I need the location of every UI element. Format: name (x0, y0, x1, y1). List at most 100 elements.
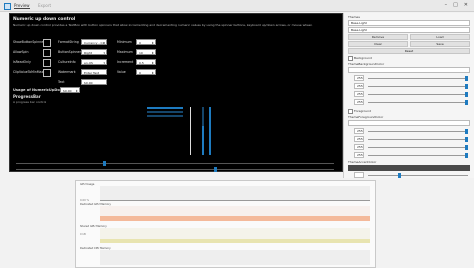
input-value: 255 (357, 76, 363, 80)
load-button[interactable]: Load (410, 34, 470, 40)
bg-channel-slider[interactable] (368, 100, 468, 105)
theme-select[interactable]: Base.Light (348, 20, 470, 26)
fg-channel-slider[interactable] (368, 129, 468, 134)
input-value: Enter Text (84, 71, 100, 75)
progress-bar-vertical-white (190, 107, 191, 155)
bg-channel-input[interactable]: 255 (354, 99, 364, 105)
spinner-icon[interactable]: ⬍ (151, 50, 154, 56)
progress-bar-horizontal-track (147, 115, 183, 117)
formatstring-select[interactable]: Currency - C2 ▾ (81, 39, 107, 45)
showbuttonspinner-checkbox[interactable] (43, 39, 51, 47)
progress-bar-vertical (209, 107, 211, 155)
bg-channel-input[interactable]: 255 (354, 91, 364, 97)
increment-numericupdown[interactable]: 0.5 ⬍ (136, 59, 156, 65)
dedicated-gpu-memory-fill (100, 216, 370, 221)
themes-label: Themes (348, 15, 360, 19)
spinner-icon[interactable]: ⬍ (151, 60, 154, 66)
horizontal-slider[interactable] (16, 161, 334, 166)
input-value: 255 (357, 92, 363, 96)
prop-label: Value (117, 70, 126, 74)
accent-channel-slider[interactable] (368, 173, 468, 178)
slider-thumb[interactable] (465, 129, 468, 134)
input-value: $0.00 (84, 81, 93, 85)
accent-property-label: ThemeAccentColor (348, 160, 377, 164)
reset-button[interactable]: Reset (348, 48, 470, 54)
spinner-icon[interactable]: ⬍ (75, 88, 78, 94)
cultureinfo-select[interactable]: en-US ▾ (81, 59, 107, 65)
value-numericupdown[interactable]: 0 ⬍ (136, 69, 156, 75)
input-value: 255 (357, 84, 363, 88)
progress-bar-horizontal-track (147, 111, 183, 113)
prop-label: ClipValueToMinMax (13, 70, 44, 74)
bg-channel-slider[interactable] (368, 84, 468, 89)
bg-channel-input[interactable]: 255 (354, 83, 364, 89)
fg-channel-input[interactable]: 255 (354, 136, 364, 142)
background-expander-icon[interactable] (348, 56, 353, 61)
tab-export[interactable]: Export (38, 3, 51, 8)
isreadonly-checkbox[interactable] (43, 59, 51, 67)
background-color-preview (348, 67, 470, 73)
spinner-icon[interactable]: ⬍ (151, 40, 154, 46)
slider-thumb[interactable] (465, 100, 468, 105)
accent-color-preview (348, 165, 470, 171)
select-value: en-US (84, 61, 93, 65)
progressbar-subheading: A progress bar control (13, 100, 47, 104)
fg-channel-slider[interactable] (368, 153, 468, 158)
save-button[interactable]: Save (410, 41, 470, 47)
bg-channel-slider[interactable] (368, 92, 468, 97)
spinner-icon[interactable]: ⬍ (151, 70, 154, 76)
progress-bar-vertical (202, 126, 204, 155)
shared-gpu-memory-fill (100, 239, 370, 243)
usage-numericupdown[interactable]: $0.00 ⬍ (60, 87, 80, 93)
fg-channel-input[interactable]: 255 (354, 152, 364, 158)
prop-label: FormatString (58, 40, 79, 44)
horizontal-slider[interactable] (16, 167, 334, 172)
fg-channel-input[interactable]: 255 (354, 144, 364, 150)
slider-thumb[interactable] (465, 84, 468, 89)
text-input[interactable]: $0.00 (81, 79, 107, 85)
progress-bar-horizontal (147, 107, 183, 109)
input-value: 0 (139, 71, 141, 75)
input-value: $0.00 (63, 89, 72, 93)
slider-thumb[interactable] (103, 161, 106, 166)
foreground-expander-icon[interactable] (348, 109, 353, 114)
spinnerlocation-select[interactable]: Right ▾ (81, 49, 107, 55)
bg-channel-slider[interactable] (368, 76, 468, 81)
allowspin-checkbox[interactable] (43, 49, 51, 57)
slider-thumb[interactable] (398, 173, 401, 178)
slider-thumb[interactable] (465, 76, 468, 81)
prop-label: AllowSpin (13, 50, 29, 54)
slider-thumb[interactable] (465, 153, 468, 158)
foreground-section-label: Foreground (354, 109, 372, 113)
fg-channel-slider[interactable] (368, 137, 468, 142)
input-value: 255 (357, 129, 363, 133)
cliptominmax-checkbox[interactable] (43, 69, 51, 77)
fg-channel-input[interactable]: 255 (354, 128, 364, 134)
fg-channel-slider[interactable] (368, 145, 468, 150)
foreground-color-preview (348, 120, 470, 126)
watermark-input[interactable]: Enter Text (81, 69, 107, 75)
shared-gpu-memory-value: 0 kB (80, 233, 86, 236)
progressbar-heading: ProgressBar (13, 94, 41, 99)
close-icon[interactable]: ✕ (464, 2, 468, 8)
maximum-numericupdown[interactable]: 10 ⬍ (136, 49, 156, 55)
minimize-icon[interactable]: – (445, 2, 448, 8)
demo-title: Numeric up down control (13, 17, 76, 22)
gpu-usage-value: 0.00 % (80, 199, 90, 202)
input-value: 0.5 (139, 61, 144, 65)
tab-preview[interactable]: Preview (14, 3, 30, 9)
minimum-numericupdown[interactable]: 0 ⬍ (136, 39, 156, 45)
clear-button[interactable]: Clear (348, 41, 408, 47)
slider-thumb[interactable] (465, 137, 468, 142)
bg-channel-input[interactable]: 255 (354, 75, 364, 81)
slider-thumb[interactable] (465, 92, 468, 97)
chevron-down-icon: ▾ (103, 61, 105, 65)
prop-label: Text (58, 80, 65, 84)
select-value: Currency - C2 (84, 41, 105, 45)
accent-channel-input[interactable] (354, 172, 364, 178)
maximize-icon[interactable]: □ (453, 2, 458, 8)
theme-name-input[interactable]: Base.Light (348, 27, 470, 33)
slider-thumb[interactable] (465, 145, 468, 150)
slider-thumb[interactable] (214, 167, 217, 172)
remove-button[interactable]: Remove (348, 34, 408, 40)
